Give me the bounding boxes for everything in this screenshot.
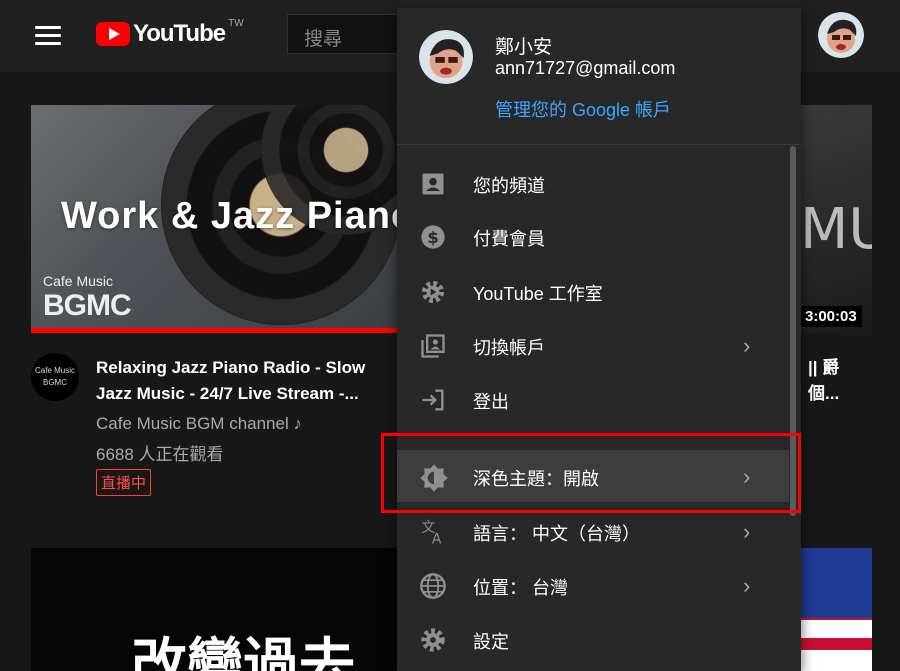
menu-avatar xyxy=(419,30,473,84)
thumbnail-brand: Cafe Music xyxy=(43,273,114,289)
account-menu: 鄭小安 ann71727@gmail.com 管理您的 Google 帳戶 您的… xyxy=(397,8,801,671)
video-title-2-line2: 個... xyxy=(808,384,840,403)
menu-item-label: 設定 xyxy=(473,632,509,652)
region-code: TW xyxy=(228,18,244,29)
menu-item-label: 付費會員 xyxy=(473,229,545,249)
viewer-count: 6688 人正在觀看 xyxy=(96,445,224,464)
menu-item-studio[interactable]: YouTube 工作室 xyxy=(397,265,789,317)
video-title-2[interactable]: || 爵 個... xyxy=(808,355,839,407)
video-thumbnail-2[interactable]: MUSIC xyxy=(800,105,872,333)
video-thumbnail[interactable]: Work & Jazz Piano Cafe Music BGMC xyxy=(31,105,411,333)
chevron-right-icon: › xyxy=(743,519,751,544)
live-progress-bar xyxy=(31,328,411,333)
flag-stripe xyxy=(800,638,872,650)
thumbnail-brand-logo: BGMC xyxy=(43,289,132,322)
account-header: 鄭小安 ann71727@gmail.com 管理您的 Google 帳戶 xyxy=(397,8,801,145)
settings-gear-icon xyxy=(419,626,449,654)
video-thumbnail-3[interactable]: 改變過去 xyxy=(31,548,411,671)
account-name: 鄭小安 xyxy=(495,37,553,58)
menu-item-paid-memberships[interactable]: $ 付費會員 xyxy=(397,210,789,262)
logo-text: YouTube xyxy=(133,20,226,47)
channel-avatar[interactable]: Cafe Music BGMC xyxy=(31,353,79,401)
sign-out-icon xyxy=(419,386,449,414)
youtube-logo[interactable]: YouTube TW xyxy=(96,18,244,48)
chevron-right-icon: › xyxy=(743,573,751,598)
menu-item-label: 切換帳戶 xyxy=(473,338,545,358)
dollar-circle-icon: $ xyxy=(419,223,449,251)
thumbnail-text: MUSIC xyxy=(800,197,872,262)
menu-item-label: 語言： 中文（台灣） xyxy=(473,524,641,544)
play-logo-icon xyxy=(96,22,130,46)
chevron-right-icon: › xyxy=(743,333,751,358)
duration-badge: 3:00:03 xyxy=(800,306,862,327)
manage-account-link[interactable]: 管理您的 Google 帳戶 xyxy=(495,96,671,122)
video-title-2-line1: || 爵 xyxy=(808,358,840,377)
menu-item-location[interactable]: 位置： 台灣 › xyxy=(397,559,789,611)
thumbnail-title: Work & Jazz Piano xyxy=(61,195,411,237)
menu-item-sign-out[interactable]: 登出 xyxy=(397,373,789,425)
live-badge: 直播中 xyxy=(96,469,152,496)
thumbnail-text-3: 改變過去 xyxy=(131,633,355,671)
menu-item-label: 登出 xyxy=(473,392,509,412)
gear-icon xyxy=(419,278,449,306)
account-box-icon xyxy=(419,170,449,198)
menu-item-settings[interactable]: 設定 xyxy=(397,613,789,665)
highlight-annotation-box xyxy=(381,433,801,513)
svg-text:$: $ xyxy=(427,228,438,247)
translate-icon: 文A xyxy=(419,518,449,548)
globe-icon xyxy=(419,572,449,600)
menu-item-your-channel[interactable]: 您的頻道 xyxy=(397,157,789,209)
hamburger-menu-icon[interactable] xyxy=(35,26,61,46)
account-avatar-button[interactable] xyxy=(818,12,864,58)
menu-item-label: 位置： 台灣 xyxy=(473,578,569,598)
flag-canton xyxy=(800,548,872,618)
switch-account-icon xyxy=(419,332,449,360)
menu-item-switch-account[interactable]: 切換帳戶 › xyxy=(397,319,789,371)
video-thumbnail-4[interactable] xyxy=(800,548,872,671)
channel-name[interactable]: Cafe Music BGM channel ♪ xyxy=(96,414,302,434)
svg-text:A: A xyxy=(432,532,442,546)
menu-item-label: YouTube 工作室 xyxy=(473,284,603,304)
menu-item-label: 您的頻道 xyxy=(473,176,545,196)
account-email: ann71727@gmail.com xyxy=(495,58,676,78)
video-title[interactable]: Relaxing Jazz Piano Radio - Slow Jazz Mu… xyxy=(96,355,396,407)
